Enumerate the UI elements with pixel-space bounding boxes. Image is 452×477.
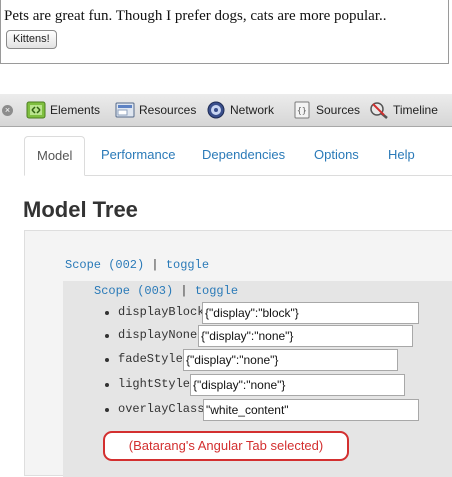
property-key: fadeStyle [118, 352, 183, 366]
tab-sources[interactable]: {} Sources [292, 100, 360, 120]
scope-002-line: Scope (002) | toggle [65, 258, 209, 272]
tab-network[interactable]: Network [206, 100, 274, 120]
page-title: Model Tree [23, 197, 138, 222]
elements-icon [26, 101, 46, 119]
close-icon[interactable]: × [2, 105, 13, 116]
scope-002-link[interactable]: Scope (002) [65, 258, 144, 272]
tab-elements[interactable]: Elements [26, 100, 100, 120]
tab-label: Elements [50, 103, 101, 117]
tab-dependencies[interactable]: Dependencies [202, 136, 285, 176]
property-key: displayBlock [118, 305, 205, 319]
scope-002-toggle[interactable]: toggle [166, 258, 209, 272]
tab-label: Resources [139, 103, 197, 117]
bullet [105, 358, 109, 362]
kittens-button[interactable]: Kittens! [6, 30, 57, 49]
devtools-toolbar: × Elements Resources Network {} Sources [0, 94, 452, 127]
tab-options[interactable]: Options [314, 136, 359, 176]
timeline-icon [370, 102, 388, 119]
property-key: lightStyle [118, 377, 191, 391]
tab-label: Timeline [393, 103, 438, 117]
bullet [105, 311, 109, 315]
separator: | [151, 258, 159, 272]
property-value-input[interactable]: {"display":"none"} [198, 325, 413, 347]
tab-label: Network [230, 103, 275, 117]
scope-003-line: Scope (003) | toggle [94, 284, 238, 298]
network-icon [207, 101, 225, 119]
tab-model[interactable]: Model [24, 136, 85, 176]
scope-003-toggle[interactable]: toggle [195, 284, 238, 298]
bullet [105, 408, 109, 412]
property-value-input[interactable]: {"display":"none"} [183, 349, 398, 371]
tab-performance[interactable]: Performance [101, 136, 175, 176]
property-key: overlayClass [118, 402, 205, 416]
annotation-callout: (Batarang's Angular Tab selected) [103, 431, 349, 461]
resources-icon [115, 102, 135, 118]
tab-timeline[interactable]: Timeline [369, 100, 438, 120]
batarang-tabs: Model Performance Dependencies Options H… [24, 136, 452, 176]
sources-icon: {} [294, 101, 310, 119]
separator: | [180, 284, 188, 298]
property-value-input[interactable]: "white_content" [203, 399, 419, 421]
preview-text: Pets are great fun. Though I prefer dogs… [4, 8, 387, 24]
property-value-input[interactable]: {"display":"block"} [202, 302, 419, 324]
svg-text:{}: {} [297, 106, 307, 115]
scope-003-link[interactable]: Scope (003) [94, 284, 173, 298]
tab-resources[interactable]: Resources [115, 100, 196, 120]
page-preview: Pets are great fun. Though I prefer dogs… [0, 0, 449, 64]
tab-label: Sources [316, 103, 361, 117]
tab-help[interactable]: Help [388, 136, 415, 176]
bullet [105, 383, 109, 387]
property-value-input[interactable]: {"display":"none"} [190, 374, 405, 396]
property-key: displayNone [118, 328, 198, 342]
bullet [105, 334, 109, 338]
